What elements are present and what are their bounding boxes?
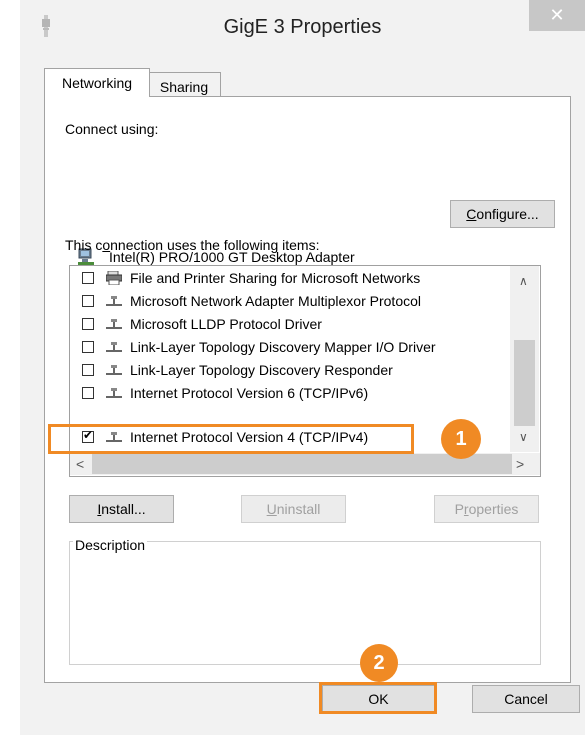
item-checkbox[interactable] bbox=[82, 272, 94, 284]
window-title: GigE 3 Properties bbox=[223, 16, 382, 38]
list-item[interactable]: Microsoft Network Adapter Multiplexor Pr… bbox=[70, 291, 510, 313]
item-label: Microsoft Network Adapter Multiplexor Pr… bbox=[130, 293, 421, 309]
cancel-button[interactable]: Cancel bbox=[472, 685, 580, 713]
step2-badge: 2 bbox=[360, 644, 398, 682]
connect-using-label: Connect using: bbox=[65, 121, 159, 137]
list-item[interactable]: Link-Layer Topology Discovery Mapper I/O… bbox=[70, 337, 510, 359]
item-label: Link-Layer Topology Discovery Mapper I/O… bbox=[130, 339, 436, 355]
list-item[interactable]: Internet Protocol Version 6 (TCP/IPv6) bbox=[70, 383, 510, 405]
item-label: Internet Protocol Version 6 (TCP/IPv6) bbox=[130, 385, 369, 401]
item-label: Link-Layer Topology Discovery Responder bbox=[130, 362, 393, 378]
tab-sharing[interactable]: Sharing bbox=[148, 72, 221, 97]
uninstall-button[interactable]: Uninstall bbox=[241, 495, 346, 523]
tab-sharing-label: Sharing bbox=[159, 79, 209, 95]
description-group bbox=[69, 541, 541, 665]
item-checkbox[interactable] bbox=[82, 318, 94, 330]
item-checkbox[interactable] bbox=[82, 364, 94, 376]
tab-networking[interactable]: Networking bbox=[44, 68, 150, 97]
network-protocol-icon bbox=[106, 319, 122, 329]
scroll-left-icon[interactable]: < bbox=[76, 456, 84, 472]
networking-panel: Connect using: Intel(R) PRO/1000 GT Desk… bbox=[44, 96, 571, 683]
horizontal-scroll-thumb[interactable] bbox=[92, 454, 512, 474]
item-checkbox[interactable] bbox=[82, 341, 94, 353]
item-checkbox[interactable] bbox=[82, 387, 94, 399]
network-protocol-icon bbox=[106, 388, 122, 398]
list-item[interactable]: Microsoft LLDP Protocol Driver bbox=[70, 314, 510, 336]
network-protocol-icon bbox=[106, 296, 122, 306]
list-item[interactable]: File and Printer Sharing for Microsoft N… bbox=[70, 268, 510, 290]
properties-button[interactable]: Properties bbox=[434, 495, 539, 523]
scroll-down-icon[interactable]: ∨ bbox=[519, 430, 528, 444]
step1-highlight bbox=[48, 424, 414, 454]
close-button[interactable]: ✕ bbox=[529, 0, 585, 31]
scroll-up-icon[interactable]: ∧ bbox=[519, 274, 528, 288]
vertical-scroll-thumb[interactable] bbox=[514, 340, 535, 426]
item-label: Microsoft LLDP Protocol Driver bbox=[130, 316, 322, 332]
network-protocol-icon bbox=[106, 365, 122, 375]
tab-networking-label: Networking bbox=[61, 75, 133, 91]
title-bar[interactable]: GigE 3 Properties ✕ bbox=[20, 0, 585, 58]
step1-badge: 1 bbox=[441, 419, 481, 459]
item-checkbox[interactable] bbox=[82, 295, 94, 307]
description-label: Description bbox=[73, 537, 148, 553]
scroll-right-icon[interactable]: > bbox=[516, 456, 524, 472]
install-button[interactable]: Install... bbox=[69, 495, 174, 523]
item-label: File and Printer Sharing for Microsoft N… bbox=[130, 270, 421, 286]
list-item[interactable]: Link-Layer Topology Discovery Responder bbox=[70, 360, 510, 382]
step2-highlight bbox=[319, 682, 437, 714]
network-protocol-icon bbox=[106, 342, 122, 352]
close-icon: ✕ bbox=[549, 5, 565, 25]
configure-button[interactable]: Configure... bbox=[450, 200, 555, 228]
printer-icon bbox=[106, 271, 122, 285]
properties-dialog: GigE 3 Properties ✕ Networking Sharing C… bbox=[20, 0, 585, 735]
items-label: This connection uses the following items… bbox=[65, 237, 320, 253]
